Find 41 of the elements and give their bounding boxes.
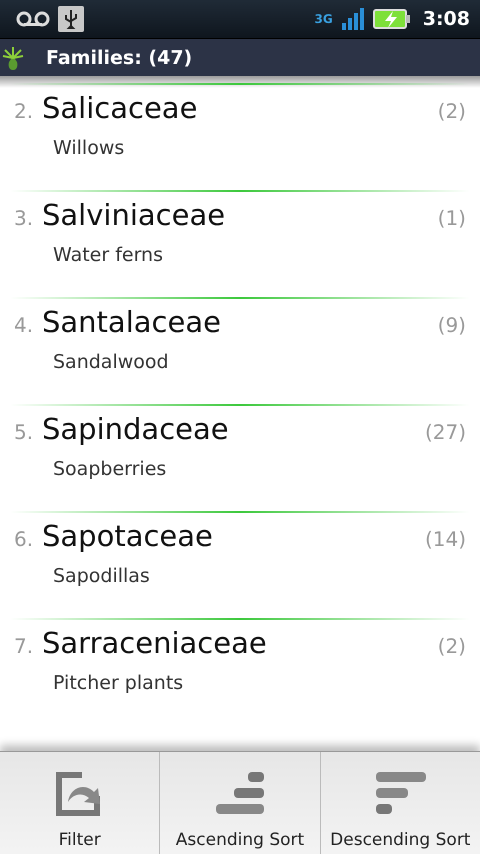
item-number: 2. [14, 99, 34, 123]
clock: 3:08 [422, 8, 470, 30]
family-name: Sapindaceae [42, 412, 230, 446]
family-list-item[interactable]: 7. Sarraceniaceae (2) Pitcher plants [0, 620, 480, 725]
species-count: (2) [438, 99, 466, 123]
plant-icon [2, 46, 24, 70]
common-name: Pitcher plants [53, 672, 184, 694]
voicemail-icon [16, 11, 50, 27]
common-name: Sandalwood [53, 351, 170, 373]
species-count: (27) [424, 420, 466, 444]
usb-icon [58, 6, 84, 32]
family-list-item[interactable]: 2. Salicaceae (2) Willows [0, 85, 480, 190]
family-name: Sarraceniaceae [42, 626, 268, 660]
item-number: 3. [14, 206, 34, 230]
battery-icon [372, 8, 411, 30]
family-list-item[interactable]: 5. Sapindaceae (27) Soapberries [0, 406, 480, 511]
common-name: Sapodillas [53, 565, 151, 587]
item-number: 4. [14, 313, 34, 337]
signal-icon [340, 8, 365, 30]
item-number: 7. [14, 634, 34, 658]
family-list-item[interactable]: 6. Sapotaceae (14) Sapodillas [0, 513, 480, 618]
menu-item[interactable]: Ascending Sort [159, 752, 320, 854]
species-count: (1) [438, 206, 466, 230]
item-number: 6. [14, 527, 34, 551]
common-name: Water ferns [53, 244, 164, 266]
species-count: (14) [424, 527, 466, 551]
menu-item[interactable]: Filter [0, 752, 160, 854]
family-name: Santalaceae [42, 305, 222, 339]
common-name: Willows [53, 137, 126, 159]
family-list-item[interactable]: 4. Santalaceae (9) Sandalwood [0, 299, 480, 404]
family-name: Salicaceae [42, 91, 198, 125]
screen-title: Families: (47) [46, 46, 192, 68]
common-name: Soapberries [53, 458, 168, 480]
family-name: Sapotaceae [42, 519, 214, 553]
network-type: 3G [314, 13, 333, 25]
item-number: 5. [14, 420, 34, 444]
menu-item[interactable]: Descending Sort [320, 752, 480, 854]
family-list-item[interactable]: 3. Salviniaceae (1) Water ferns [0, 192, 480, 297]
family-name: Salviniaceae [42, 198, 226, 232]
species-count: (9) [438, 313, 466, 337]
species-count: (2) [438, 634, 466, 658]
